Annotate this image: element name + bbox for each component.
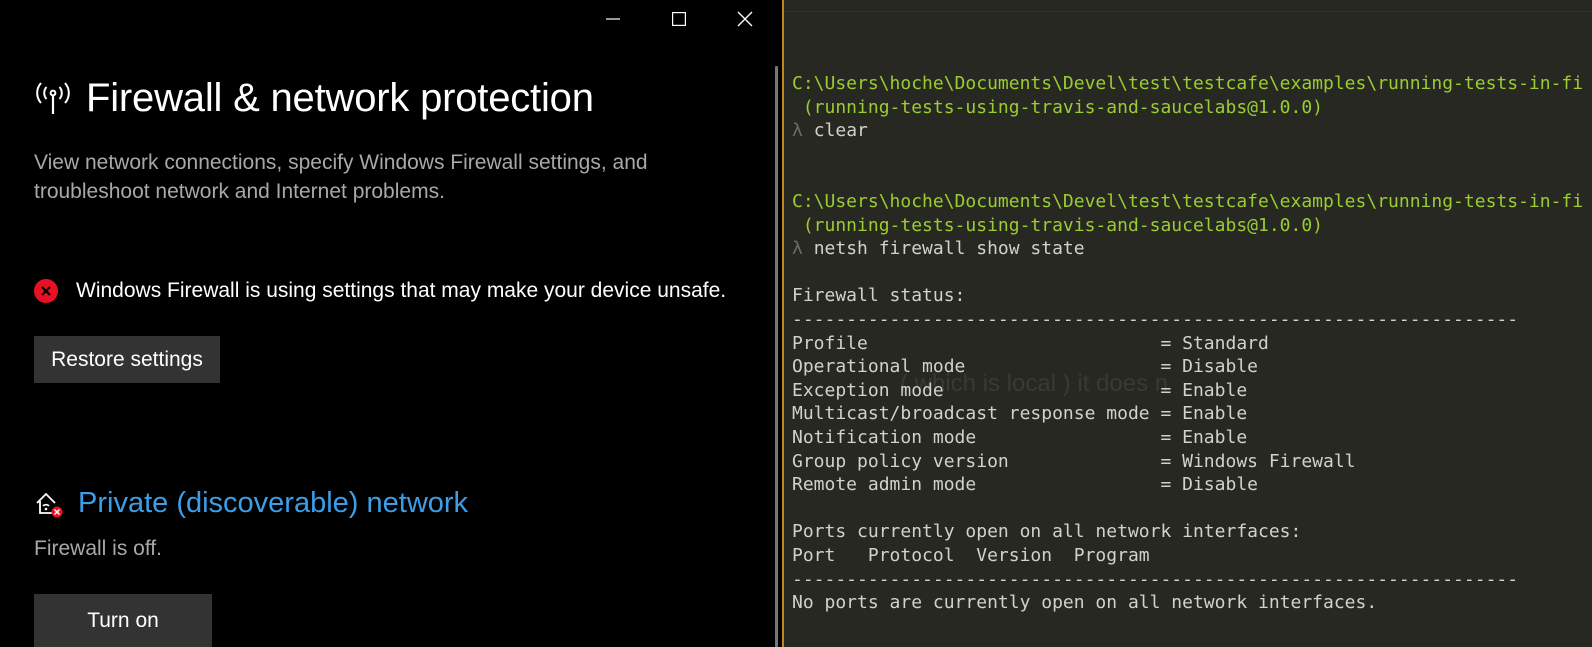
error-x-icon (34, 279, 58, 303)
page-title: Firewall & network protection (86, 76, 594, 120)
terminal-line: Remote admin mode = Disable (792, 474, 1258, 496)
terminal-line: Profile = Standard (792, 332, 1269, 354)
terminal-line: Notification mode = Enable (792, 427, 1248, 448)
terminal-line: ----------------------------------------… (792, 309, 1519, 330)
terminal-command: clear (813, 120, 868, 142)
terminal-line: Operational mode = Disable (792, 356, 1258, 378)
terminal-line: Ports currently open on all network inte… (792, 521, 1302, 543)
network-firewall-status: Firewall is off. (34, 537, 162, 560)
terminal-line: ----------------------------------------… (792, 568, 1519, 590)
restore-settings-button[interactable]: Restore settings (34, 336, 220, 383)
vertical-scrollbar[interactable] (775, 66, 778, 647)
prompt-lambda: λ (792, 120, 814, 142)
terminal-line: (running-tests-using-travis-and-saucelab… (792, 96, 1324, 118)
page-header: Firewall & network protection (34, 76, 594, 121)
close-icon (737, 11, 753, 27)
terminal-top-edge (784, 0, 1592, 12)
terminal-line: Group policy version = Windows Firewall (792, 450, 1356, 472)
terminal-line: Firewall status: (792, 285, 966, 307)
private-network-icon (36, 492, 63, 517)
minimize-button[interactable] (580, 0, 646, 38)
private-network-header[interactable]: Private (discoverable) network (34, 487, 468, 520)
wifi-broadcast-icon (36, 81, 70, 114)
warning-text: Windows Firewall is using settings that … (76, 279, 727, 302)
terminal-line: C:\Users\hoche\Documents\Devel\test\test… (792, 191, 1584, 212)
firewall-settings-window: Firewall & network protection View netwo… (0, 0, 782, 647)
prompt-lambda: λ (792, 238, 814, 260)
close-button[interactable] (712, 0, 778, 38)
terminal-line: Port Protocol Version Program (792, 545, 1150, 566)
terminal-line: Exception mode = Enable (792, 379, 1248, 401)
terminal-command: netsh firewall show state (813, 238, 1085, 260)
turn-on-button[interactable]: Turn on (34, 594, 212, 647)
terminal-line: λ netsh firewall show state (792, 237, 1085, 260)
private-network-link[interactable]: Private (discoverable) network (78, 487, 468, 520)
page-description: View network connections, specify Window… (34, 151, 648, 203)
minimize-icon (606, 18, 620, 20)
terminal-line: C:\Users\hoche\Documents\Devel\test\test… (792, 73, 1584, 94)
terminal-line: λ clear (792, 119, 868, 142)
terminal-line: No ports are currently open on all netwo… (792, 592, 1378, 614)
maximize-button[interactable] (646, 0, 712, 38)
terminal-line: Multicast/broadcast response mode = Enab… (792, 403, 1248, 425)
terminal-window[interactable]: ( which is local ) it does n C:\Users\ho… (784, 0, 1592, 647)
terminal-line: (running-tests-using-travis-and-saucelab… (792, 214, 1324, 236)
maximize-icon (672, 12, 686, 26)
firewall-warning: Windows Firewall is using settings that … (34, 279, 726, 303)
